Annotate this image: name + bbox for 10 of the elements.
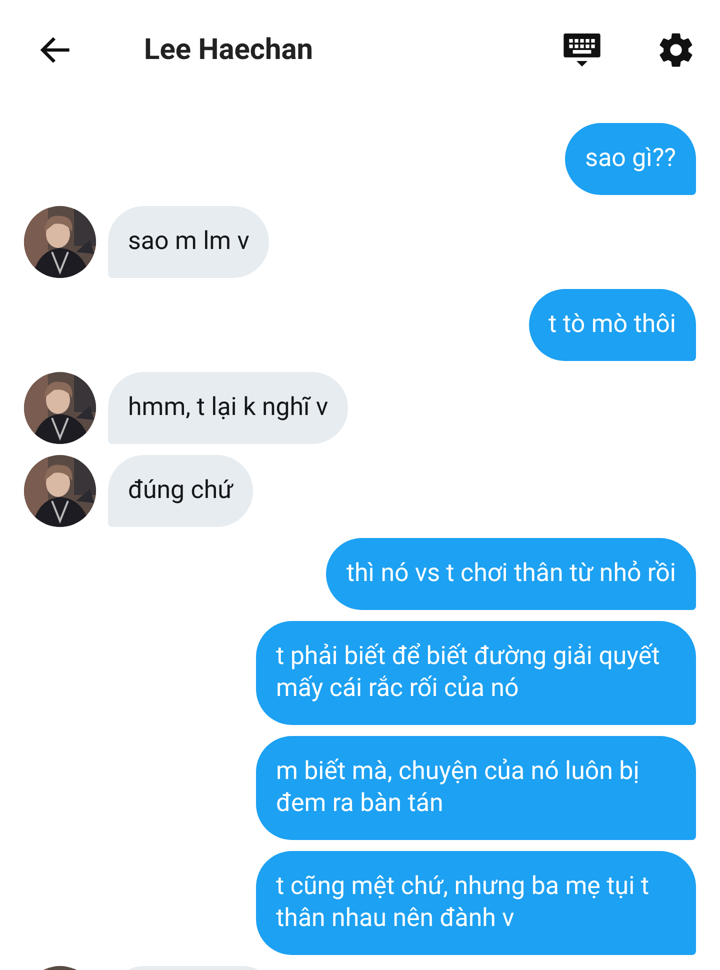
message-bubble: thì nó vs t chơi thân từ nhỏ rồi [326, 538, 696, 610]
message-bubble: t phải biết để biết đường giải quyết mấy cái rắc rối của nó [256, 621, 696, 725]
message-bubble: sao m lm v [108, 206, 270, 278]
message-bubble: đúng chứ [108, 455, 254, 527]
message-bubble: t tò mò thôi [528, 289, 696, 361]
message-bubble: sao gì?? [565, 123, 696, 195]
contact-name: Lee Haechan [144, 33, 314, 67]
message-bubble: hmm, t lại k nghĩ v [108, 372, 348, 444]
message-bubble: t cũng mệt chứ, nhưng ba mẹ tụi t thân nhau nên đành v [256, 851, 696, 955]
message-bubble: m biết mà, chuyện của nó luôn bị đem ra bàn tán [256, 736, 696, 840]
